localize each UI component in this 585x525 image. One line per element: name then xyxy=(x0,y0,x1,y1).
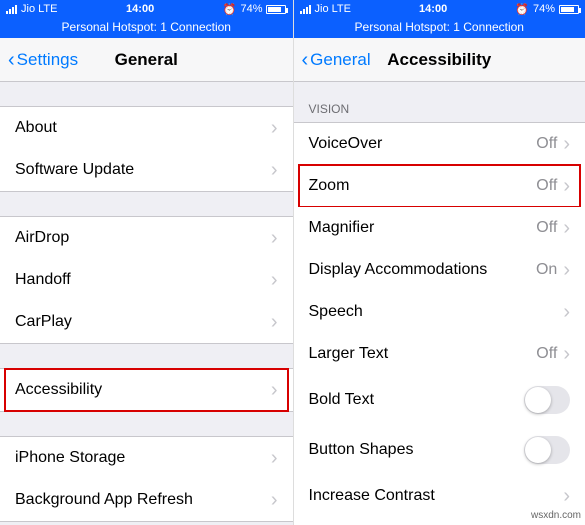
battery-percent: 74% xyxy=(240,3,262,15)
back-button[interactable]: ‹ General xyxy=(302,50,371,70)
row-speech[interactable]: Speech › xyxy=(294,291,585,334)
row-magnifier[interactable]: Magnifier Off › xyxy=(294,207,585,250)
row-button-shapes[interactable]: Button Shapes xyxy=(294,425,585,476)
carrier-label: Jio LTE xyxy=(21,3,57,15)
toggle-button-shapes[interactable] xyxy=(524,436,570,464)
row-background-app-refresh[interactable]: Background App Refresh › xyxy=(0,479,293,522)
row-display-accommodations[interactable]: Display Accommodations On › xyxy=(294,249,585,292)
alarm-icon: ⏰ xyxy=(515,3,529,16)
row-software-update[interactable]: Software Update › xyxy=(0,149,293,192)
row-bold-text[interactable]: Bold Text xyxy=(294,375,585,426)
carrier-label: Jio LTE xyxy=(315,3,351,15)
row-larger-text[interactable]: Larger Text Off › xyxy=(294,333,585,376)
row-airdrop[interactable]: AirDrop › xyxy=(0,216,293,260)
section-label-vision: VISION xyxy=(294,82,585,122)
chevron-right-icon: › xyxy=(271,312,278,332)
status-time: 14:00 xyxy=(419,3,447,15)
chevron-right-icon: › xyxy=(271,270,278,290)
row-handoff[interactable]: Handoff › xyxy=(0,259,293,302)
nav-bar: ‹ Settings General xyxy=(0,38,293,82)
row-voiceover[interactable]: VoiceOver Off › xyxy=(294,122,585,166)
status-bar: Jio LTE 14:00 ⏰ 74% xyxy=(294,0,585,18)
chevron-right-icon: › xyxy=(563,176,570,196)
chevron-left-icon: ‹ xyxy=(8,50,15,70)
chevron-right-icon: › xyxy=(271,160,278,180)
row-iphone-storage[interactable]: iPhone Storage › xyxy=(0,436,293,480)
back-label: General xyxy=(310,50,370,70)
battery-icon xyxy=(559,5,579,14)
signal-icon xyxy=(6,5,17,14)
phone-right: Jio LTE 14:00 ⏰ 74% Personal Hotspot: 1 … xyxy=(293,0,585,525)
back-button[interactable]: ‹ Settings xyxy=(8,50,78,70)
content: About › Software Update › AirDrop › Hand… xyxy=(0,82,293,525)
hotspot-bar[interactable]: Personal Hotspot: 1 Connection xyxy=(294,18,585,38)
chevron-right-icon: › xyxy=(271,448,278,468)
row-zoom[interactable]: Zoom Off › xyxy=(294,165,585,208)
toggle-bold-text[interactable] xyxy=(524,386,570,414)
watermark: wsxdn.com xyxy=(531,510,581,521)
chevron-right-icon: › xyxy=(563,260,570,280)
chevron-right-icon: › xyxy=(563,344,570,364)
chevron-right-icon: › xyxy=(271,118,278,138)
chevron-right-icon: › xyxy=(271,228,278,248)
battery-icon xyxy=(266,5,286,14)
row-about[interactable]: About › xyxy=(0,106,293,150)
content: VISION VoiceOver Off › Zoom Off › Magnif… xyxy=(294,82,585,525)
hotspot-bar[interactable]: Personal Hotspot: 1 Connection xyxy=(0,18,293,38)
row-accessibility[interactable]: Accessibility › xyxy=(0,368,293,412)
chevron-right-icon: › xyxy=(563,302,570,322)
chevron-right-icon: › xyxy=(563,486,570,506)
chevron-right-icon: › xyxy=(563,218,570,238)
phone-left: Jio LTE 14:00 ⏰ 74% Personal Hotspot: 1 … xyxy=(0,0,293,525)
back-label: Settings xyxy=(17,50,78,70)
row-carplay[interactable]: CarPlay › xyxy=(0,301,293,344)
signal-icon xyxy=(300,5,311,14)
chevron-right-icon: › xyxy=(271,490,278,510)
chevron-right-icon: › xyxy=(271,380,278,400)
nav-bar: ‹ General Accessibility xyxy=(294,38,585,82)
status-bar: Jio LTE 14:00 ⏰ 74% xyxy=(0,0,293,18)
chevron-left-icon: ‹ xyxy=(302,50,309,70)
status-time: 14:00 xyxy=(126,3,154,15)
chevron-right-icon: › xyxy=(563,134,570,154)
battery-percent: 74% xyxy=(533,3,555,15)
alarm-icon: ⏰ xyxy=(223,3,237,16)
